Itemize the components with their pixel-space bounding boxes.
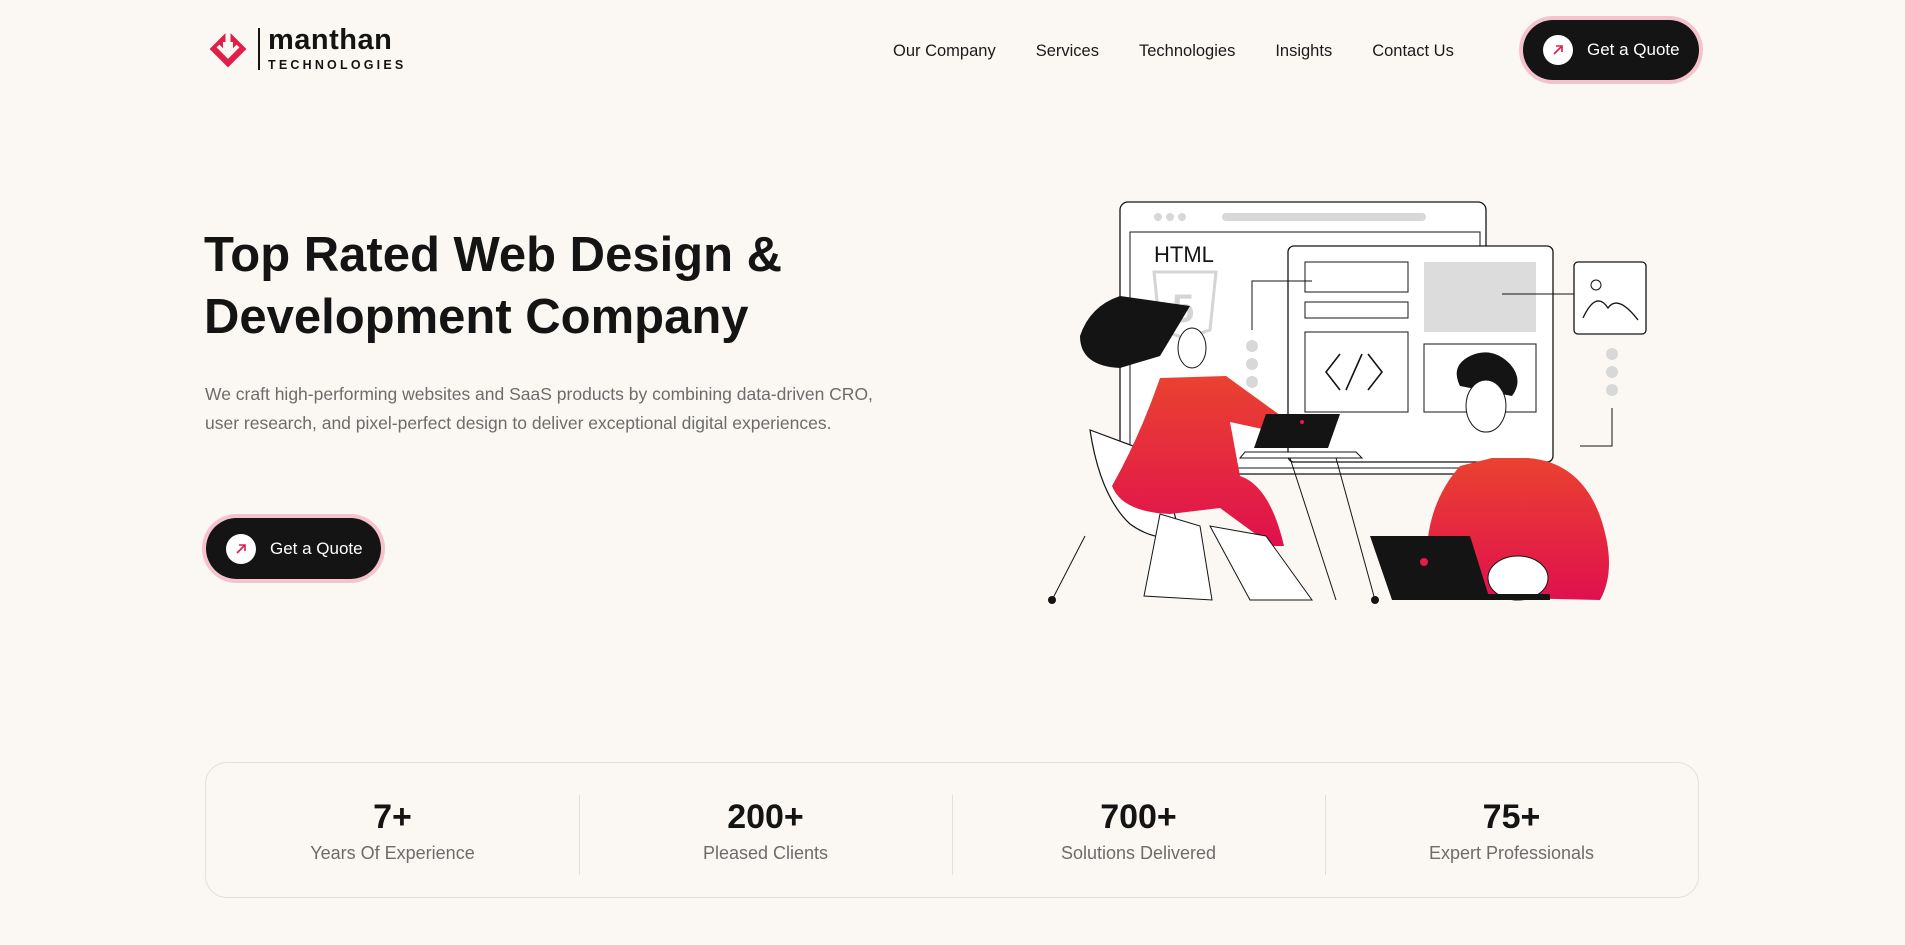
stat-expert-professionals: 75+ Expert Professionals: [1325, 794, 1698, 875]
nav-contact-us[interactable]: Contact Us: [1372, 42, 1454, 61]
stat-label: Years Of Experience: [310, 842, 475, 863]
stat-label: Solutions Delivered: [1060, 842, 1217, 863]
stat-pleased-clients: 200+ Pleased Clients: [579, 794, 952, 875]
nav-our-company[interactable]: Our Company: [893, 42, 996, 61]
nav-insights[interactable]: Insights: [1275, 42, 1332, 61]
stats-panel: 7+ Years Of Experience 200+ Pleased Clie…: [205, 762, 1699, 898]
stat-label: Expert Professionals: [1428, 842, 1595, 863]
html-label: HTML: [1154, 242, 1214, 267]
arrow-up-right-icon: [226, 533, 256, 564]
header-get-quote-button[interactable]: Get a Quote: [1523, 20, 1699, 80]
stat-solutions-delivered: 700+ Solutions Delivered: [952, 794, 1325, 875]
site-header: manthan TECHNOLOGIES Our Company Service…: [205, 18, 1700, 86]
logo-divider: [258, 28, 260, 70]
logo-icon: [209, 30, 247, 68]
header-get-quote-label: Get a Quote: [1587, 40, 1680, 59]
logo-subtitle: TECHNOLOGIES: [268, 58, 407, 73]
nav-services[interactable]: Services: [1036, 42, 1099, 61]
nav-technologies[interactable]: Technologies: [1139, 42, 1235, 61]
arrow-up-right-icon: [1543, 35, 1573, 65]
company-logo[interactable]: manthan TECHNOLOGIES: [205, 26, 406, 72]
stat-label: Pleased Clients: [702, 842, 829, 863]
stat-value: 700+: [1100, 797, 1177, 836]
hero-get-quote-label: Get a Quote: [270, 538, 363, 558]
hero-get-quote-button[interactable]: Get a Quote: [206, 518, 381, 579]
image-card-icon: [1573, 261, 1647, 335]
stat-value: 7+: [373, 797, 412, 836]
logo-name: manthan: [268, 24, 393, 57]
main-nav: Our Company Services Technologies Insigh…: [893, 42, 1494, 61]
hero-title: Top Rated Web Design & Development Compa…: [204, 228, 783, 344]
stat-value: 200+: [727, 797, 804, 836]
stat-years-experience: 7+ Years Of Experience: [206, 797, 579, 864]
hero-illustration: HTML 5: [1048, 201, 1647, 604]
stat-value: 75+: [1482, 797, 1541, 836]
hero-description: We craft high-performing websites and Sa…: [205, 384, 873, 433]
